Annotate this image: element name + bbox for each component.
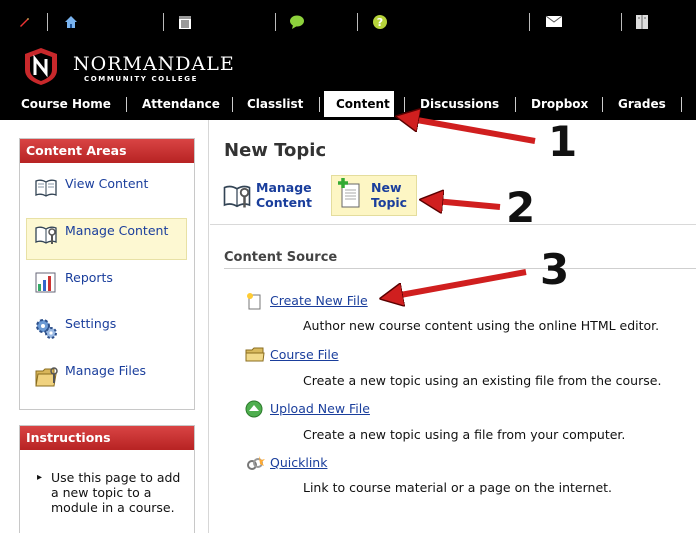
arrow-3 bbox=[384, 269, 527, 298]
callout-number-3: 3 bbox=[540, 245, 570, 294]
arrow-2 bbox=[424, 200, 501, 207]
callout-number-1: 1 bbox=[548, 117, 578, 166]
callout-number-2: 2 bbox=[506, 183, 536, 232]
annotation-arrows bbox=[0, 0, 536, 533]
arrow-1 bbox=[400, 117, 536, 144]
